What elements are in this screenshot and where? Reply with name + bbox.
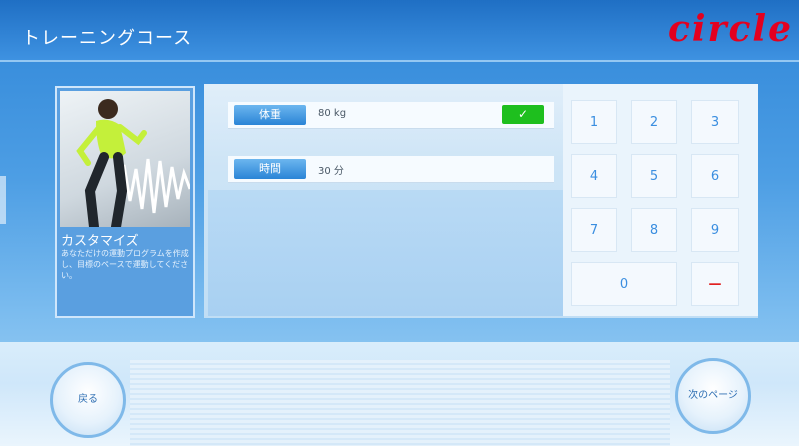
back-button[interactable]: 戻る (50, 362, 126, 438)
course-description: あなただけの運動プログラムを作成し、目標のペースで運動してください。 (61, 249, 189, 280)
key-5[interactable]: 5 (631, 154, 677, 198)
weight-value[interactable]: 80 kg (318, 108, 346, 119)
key-9[interactable]: 9 (691, 208, 739, 252)
runner-illustration (76, 99, 190, 227)
page-title: トレーニングコース (22, 28, 193, 49)
side-handle (0, 176, 6, 224)
numeric-keypad: 1 2 3 4 5 6 7 8 9 0 — (563, 84, 758, 316)
course-photo (60, 91, 190, 227)
key-8[interactable]: 8 (631, 208, 677, 252)
key-2[interactable]: 2 (631, 100, 677, 144)
input-panel-background (208, 190, 563, 316)
key-1[interactable]: 1 (571, 100, 617, 144)
key-0[interactable]: 0 (571, 262, 677, 306)
key-7[interactable]: 7 (571, 208, 617, 252)
key-3[interactable]: 3 (691, 100, 739, 144)
header-divider (0, 60, 799, 62)
weight-row[interactable]: 体重 80 kg ✓ (228, 102, 554, 129)
brand-logo: circle (667, 8, 793, 50)
weight-label: 体重 (234, 105, 306, 125)
key-4[interactable]: 4 (571, 154, 617, 198)
footer-groove (130, 360, 670, 446)
course-card[interactable]: カスタマイズ あなただけの運動プログラムを作成し、目標のペースで運動してください… (55, 86, 195, 318)
delete-key[interactable]: — (691, 262, 739, 306)
course-title: カスタマイズ (61, 234, 139, 249)
time-row[interactable]: 時間 30 分 (228, 156, 554, 183)
confirm-button[interactable]: ✓ (502, 105, 544, 124)
check-icon: ✓ (517, 107, 529, 121)
screen: トレーニングコース circle カスタマイズ あなただけの運動プログラムを作成… (0, 0, 799, 446)
next-page-button[interactable]: 次のページ (675, 358, 751, 434)
time-label: 時間 (234, 159, 306, 179)
time-value[interactable]: 30 分 (318, 162, 344, 177)
key-6[interactable]: 6 (691, 154, 739, 198)
